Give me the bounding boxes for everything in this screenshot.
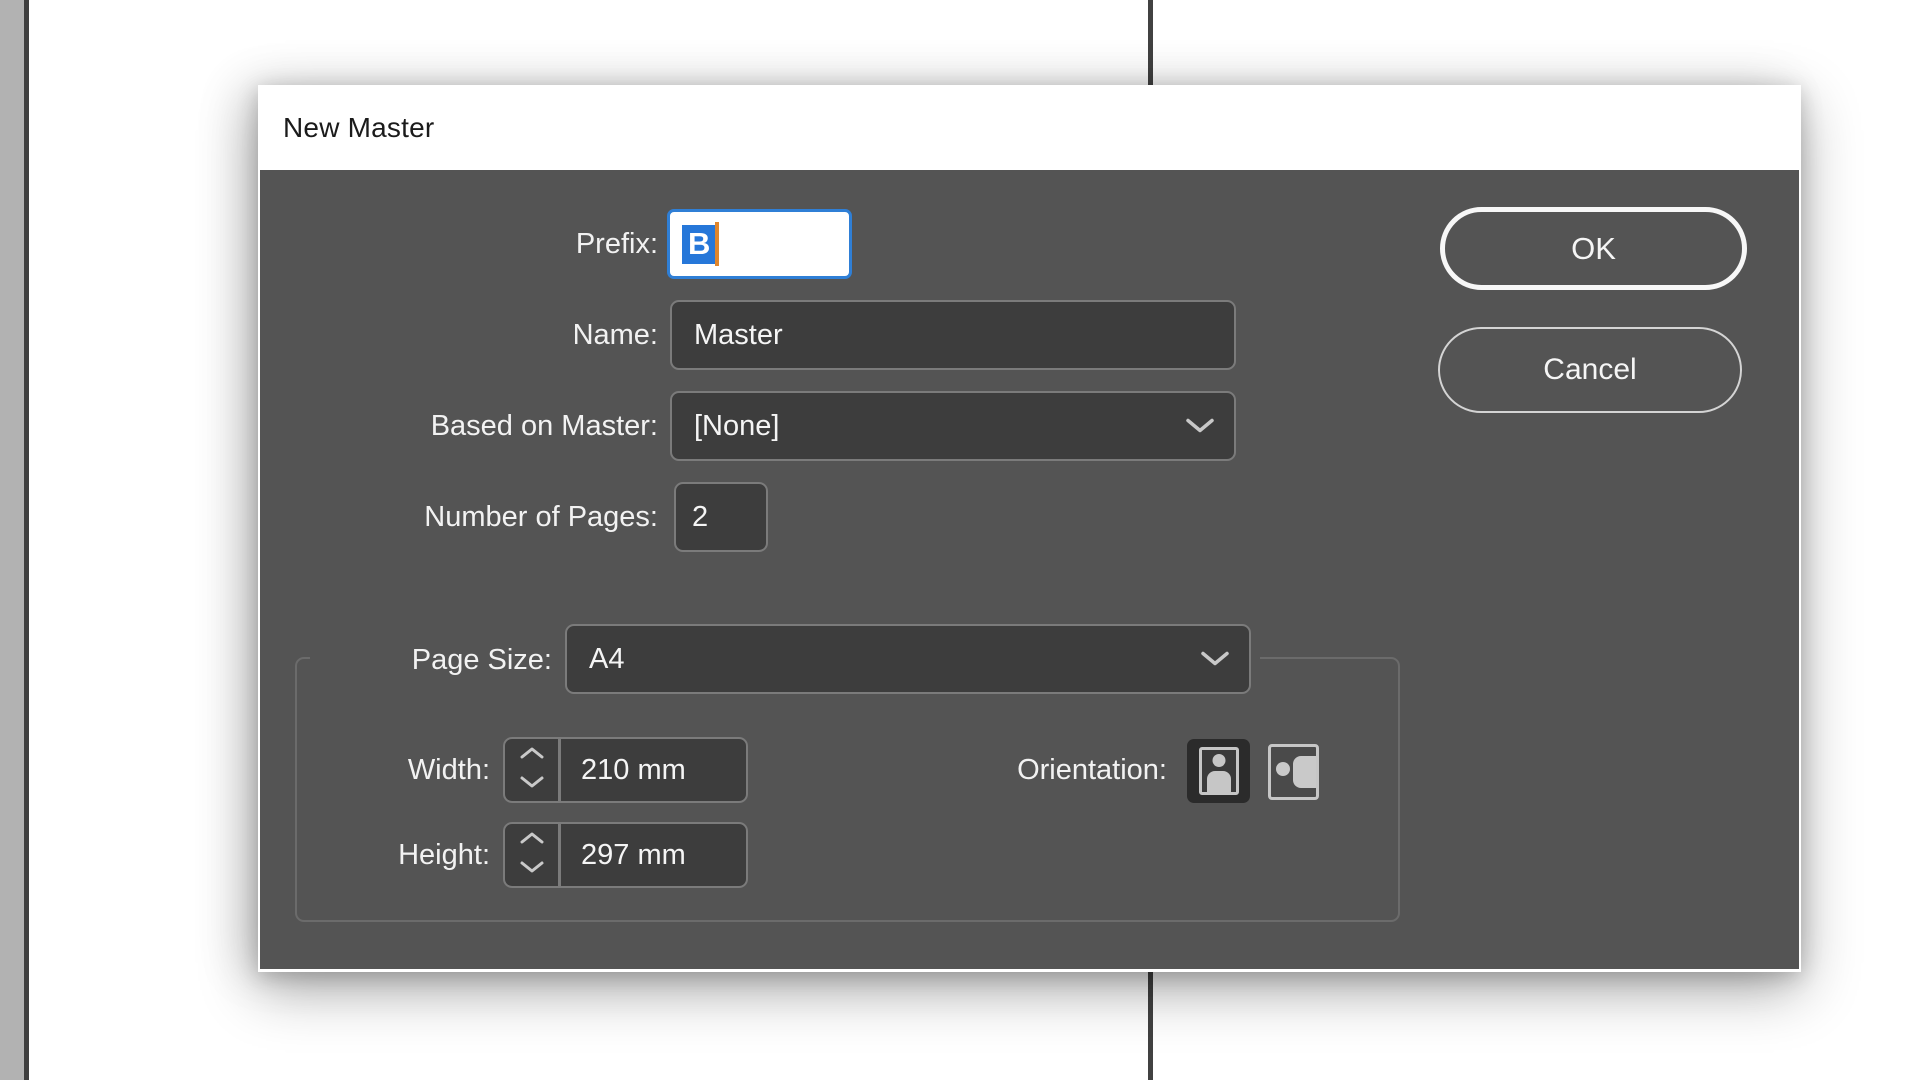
dialog-titlebar[interactable]: New Master [258, 85, 1801, 170]
stepper-down-icon[interactable] [519, 775, 545, 794]
number-of-pages-input[interactable]: 2 [674, 482, 768, 552]
pasteboard-strip [0, 0, 24, 1080]
dialog-title: New Master [258, 112, 434, 144]
page-size-label: Page Size: [280, 625, 552, 695]
name-label: Name: [280, 300, 658, 370]
document-edge-line-top [1148, 0, 1153, 87]
orientation-landscape-button[interactable] [1268, 744, 1319, 800]
height-value: 297 mm [561, 839, 686, 872]
height-label: Height: [300, 822, 490, 888]
dialog-body: Prefix: B Name: Master Based on Master: … [260, 170, 1799, 969]
pasteboard-edge-line [24, 0, 29, 1080]
page-size-value: A4 [567, 643, 624, 676]
cancel-button[interactable]: Cancel [1438, 327, 1742, 413]
width-value: 210 mm [561, 754, 686, 787]
text-caret [715, 222, 719, 266]
application-canvas: New Master Prefix: B Name: Master Based … [0, 0, 1920, 1080]
based-on-master-value: [None] [672, 410, 779, 443]
document-edge-line-bottom [1148, 972, 1153, 1080]
width-stepper[interactable] [503, 737, 560, 803]
name-input[interactable]: Master [670, 300, 1236, 370]
number-of-pages-label: Number of Pages: [280, 482, 658, 552]
portrait-orientation-icon [1199, 747, 1239, 795]
orientation-label: Orientation: [900, 737, 1167, 803]
new-master-dialog: New Master Prefix: B Name: Master Based … [258, 85, 1801, 972]
page-size-dropdown[interactable]: A4 [565, 624, 1251, 694]
number-of-pages-value: 2 [676, 501, 708, 534]
ok-button[interactable]: OK [1440, 207, 1747, 290]
width-label: Width: [300, 737, 490, 803]
stepper-up-icon[interactable] [519, 831, 545, 850]
name-value: Master [672, 319, 783, 352]
chevron-down-icon [1199, 643, 1231, 676]
prefix-input[interactable]: B [667, 209, 852, 279]
based-on-master-dropdown[interactable]: [None] [670, 391, 1236, 461]
prefix-label: Prefix: [280, 209, 658, 279]
width-input[interactable]: 210 mm [560, 737, 748, 803]
stepper-down-icon[interactable] [519, 860, 545, 879]
height-input[interactable]: 297 mm [560, 822, 748, 888]
height-stepper[interactable] [503, 822, 560, 888]
stepper-up-icon[interactable] [519, 746, 545, 765]
prefix-selected-text: B [682, 225, 715, 264]
based-on-master-label: Based on Master: [280, 391, 658, 461]
chevron-down-icon [1184, 410, 1216, 443]
orientation-portrait-button[interactable] [1187, 739, 1250, 803]
